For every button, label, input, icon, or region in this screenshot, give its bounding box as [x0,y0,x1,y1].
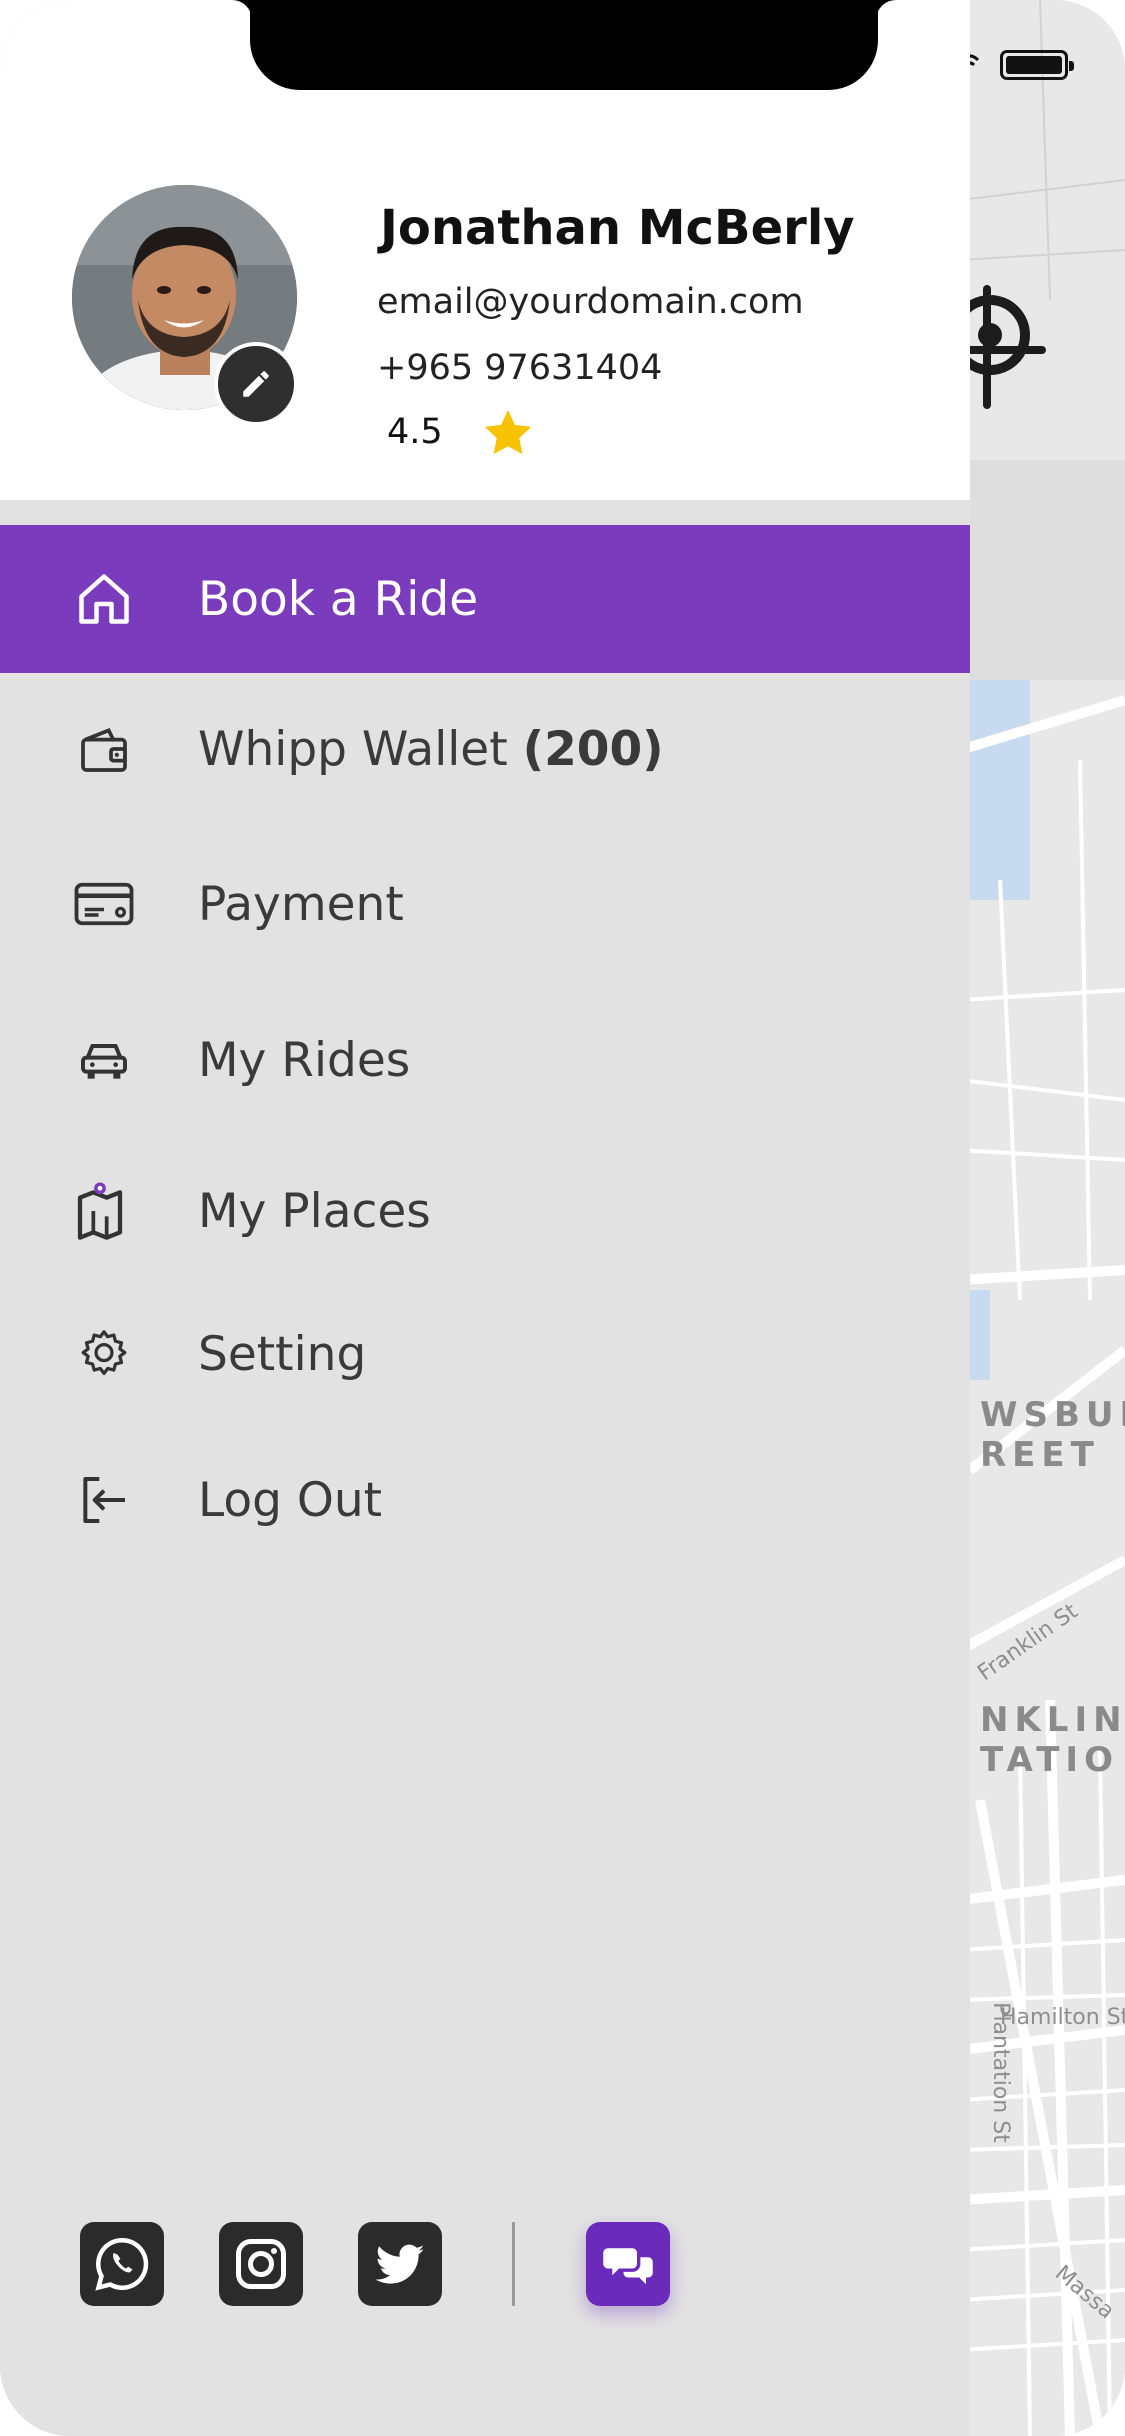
map-label: WSBUR [980,1395,1125,1435]
menu-item-label: My Places [198,1183,431,1239]
instagram-button[interactable] [219,2222,303,2306]
menu-item-log-out[interactable]: Log Out [0,1426,970,1574]
profile-rating: 4.5 [387,412,443,452]
edit-avatar-button[interactable] [214,342,298,426]
menu-item-label: Setting [198,1326,367,1382]
whatsapp-button[interactable] [80,2222,164,2306]
star-icon [484,410,532,455]
menu-item-label: My Rides [198,1032,411,1088]
profile-phone: +965 97631404 [377,348,663,388]
profile-email: email@yourdomain.com [377,282,804,322]
menu-item-label: Whipp Wallet (200) [198,722,664,777]
twitter-icon [375,2244,425,2284]
notch-corner [232,0,252,20]
social-divider [512,2222,515,2306]
whatsapp-icon [95,2237,149,2291]
menu-item-book-a-ride[interactable]: Book a Ride [0,525,970,673]
menu-item-label: Log Out [198,1472,383,1528]
map-pin-icon [68,1175,140,1247]
instagram-icon [236,2239,286,2289]
menu-item-payment[interactable]: Payment [0,830,970,978]
map-label: TATIO [980,1740,1119,1780]
battery-icon [1000,50,1074,80]
device-notch [250,0,878,90]
profile-name: Jonathan McBerly [380,200,855,256]
map-street-label: Plantation St [987,2002,1013,2143]
phone-screen: WSBUR REET NKLIN TATIO Franklin St Hamil… [0,0,1125,2436]
menu-item-my-places[interactable]: My Places [0,1137,970,1285]
logout-icon [68,1464,140,1536]
menu-item-my-rides[interactable]: My Rides [0,986,970,1134]
pencil-icon [243,371,269,397]
chat-icon [603,2248,653,2285]
menu-item-setting[interactable]: Setting [0,1280,970,1428]
notch-corner [876,0,896,20]
credit-card-icon [68,868,140,940]
map-label: REET [980,1435,1100,1475]
menu-item-label: Payment [198,876,404,932]
wallet-label: Whipp Wallet [198,721,523,777]
menu-item-label: Book a Ride [198,571,479,627]
chat-button[interactable] [586,2222,670,2306]
menu-item-whipp-wallet[interactable]: Whipp Wallet (200) [0,675,970,823]
wallet-icon [68,713,140,785]
home-icon [68,563,140,635]
side-drawer: Jonathan McBerly email@yourdomain.com +9… [0,0,970,2436]
twitter-button[interactable] [358,2222,442,2306]
map-street-label: Hamilton St [1000,2005,1125,2030]
car-icon [68,1024,140,1096]
map-label: NKLIN [980,1700,1125,1740]
wallet-balance-badge: (200) [522,721,664,777]
gear-icon [68,1318,140,1390]
social-links [0,2222,970,2308]
